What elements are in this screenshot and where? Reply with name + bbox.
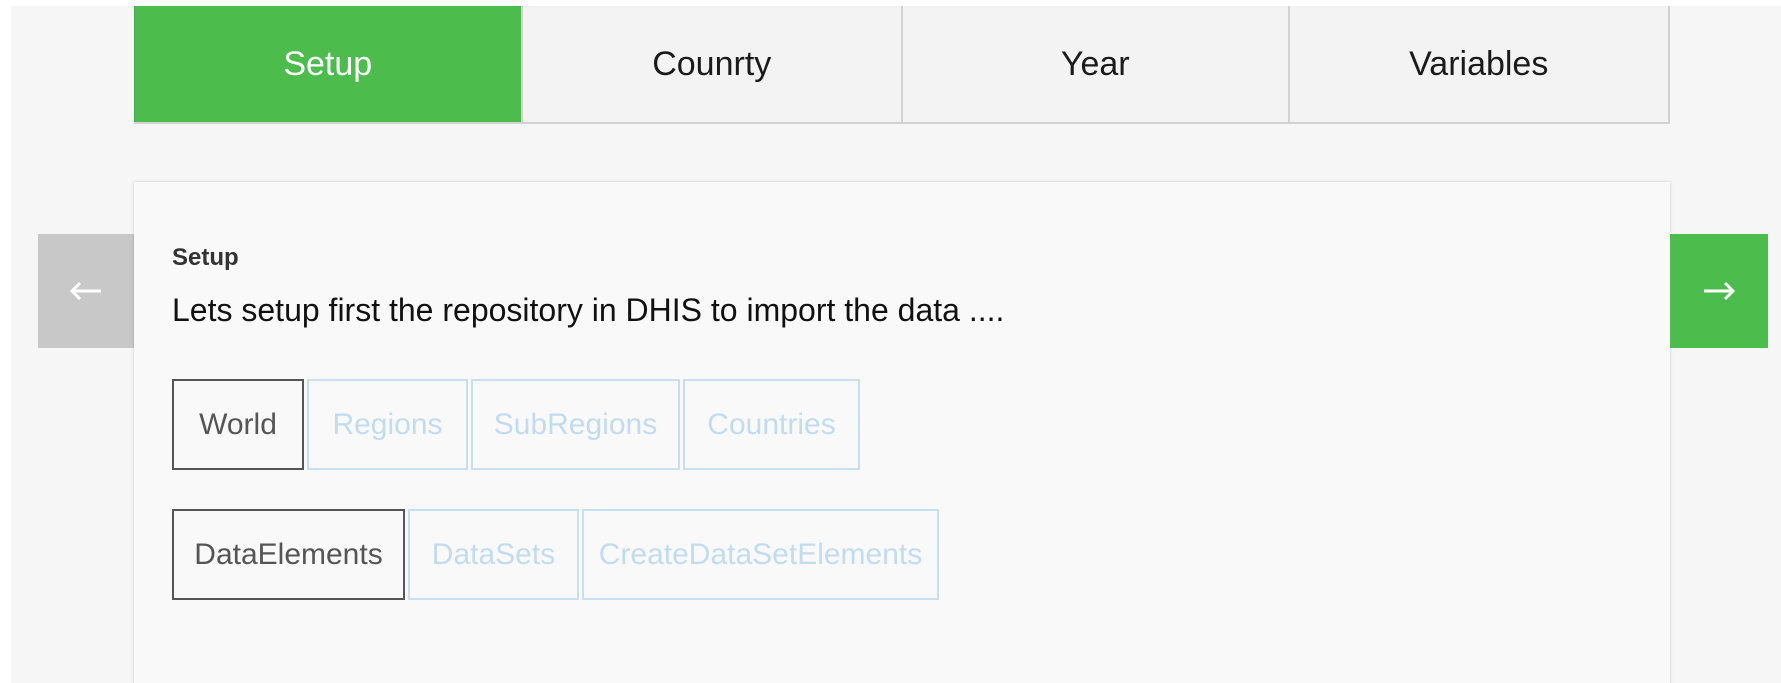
regions-button[interactable]: Regions bbox=[307, 379, 468, 470]
arrow-right-icon bbox=[1702, 281, 1736, 301]
location-steps-row: World Regions SubRegions Countries bbox=[172, 379, 860, 470]
subregions-button[interactable]: SubRegions bbox=[471, 379, 680, 470]
createdatasetelements-button[interactable]: CreateDataSetElements bbox=[582, 509, 939, 600]
tab-year[interactable]: Year bbox=[901, 6, 1288, 122]
arrow-left-icon bbox=[69, 281, 103, 301]
next-button[interactable] bbox=[1670, 234, 1768, 348]
card-title: Setup bbox=[172, 244, 239, 271]
previous-button[interactable] bbox=[38, 234, 134, 348]
page: Setup Counrty Year Variables Setup Lets … bbox=[0, 0, 1781, 683]
dataelements-button[interactable]: DataElements bbox=[172, 509, 405, 600]
setup-card: Setup Lets setup first the repository in… bbox=[134, 182, 1670, 683]
tab-variables[interactable]: Variables bbox=[1287, 6, 1668, 122]
tab-country[interactable]: Counrty bbox=[520, 6, 901, 122]
countries-button[interactable]: Countries bbox=[683, 379, 860, 470]
tab-setup[interactable]: Setup bbox=[134, 6, 521, 122]
step-tabs: Setup Counrty Year Variables bbox=[134, 6, 1670, 124]
card-description: Lets setup first the repository in DHIS … bbox=[172, 292, 1005, 328]
datasets-button[interactable]: DataSets bbox=[408, 509, 579, 600]
data-steps-row: DataElements DataSets CreateDataSetEleme… bbox=[172, 509, 939, 600]
world-button[interactable]: World bbox=[172, 379, 304, 470]
